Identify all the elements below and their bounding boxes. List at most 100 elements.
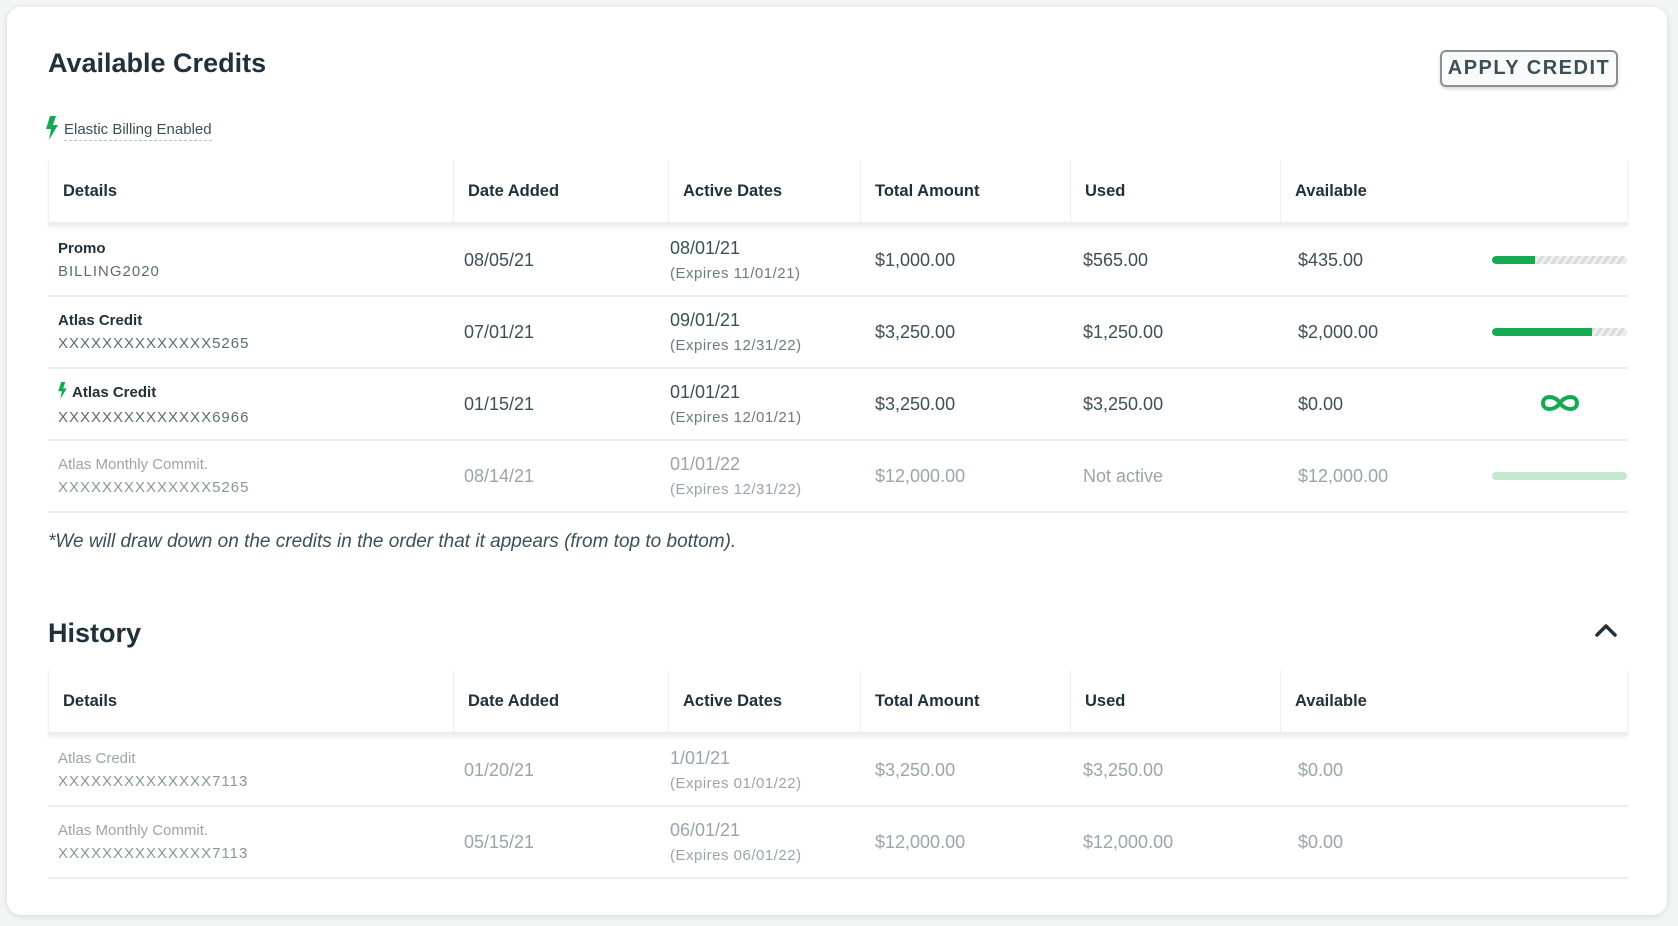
column-header-active-dates: Active Dates <box>668 160 860 222</box>
total-amount: $12,000.00 <box>875 831 966 852</box>
table-row[interactable]: Promo BILLING2020 08/05/21 08/01/21 (Expires… <box>48 225 1628 297</box>
apply-credit-button[interactable]: APPLY CREDIT <box>1440 50 1618 87</box>
date-added: 05/15/21 <box>464 831 535 852</box>
credit-name-text: Atlas Credit <box>72 384 157 401</box>
date-added: 01/20/21 <box>464 759 535 780</box>
credit-name: Promo <box>58 240 448 257</box>
date-added: 08/05/21 <box>464 249 535 270</box>
elastic-billing-link[interactable]: Elastic Billing Enabled <box>64 121 212 141</box>
table-row[interactable]: Atlas Credit XXXXXXXXXXXXXX7113 01/20/21 1/… <box>48 735 1628 807</box>
available-cell: $0.00 <box>1298 369 1478 439</box>
usage-progress-fill <box>1492 256 1536 264</box>
credit-name-text: Atlas Monthly Commit. <box>58 456 209 473</box>
expiry-date: (Expires 06/01/22) <box>670 847 802 864</box>
history-table-body: Atlas Credit XXXXXXXXXXXXXX7113 01/20/21 1/… <box>48 735 1628 879</box>
lightning-bolt-icon <box>46 116 58 145</box>
usage-progress-bar <box>1492 256 1627 264</box>
available-cell: $12,000.00 <box>1298 441 1478 511</box>
total-amount: $3,250.00 <box>875 759 956 780</box>
used-amount: $1,250.00 <box>1083 321 1164 342</box>
used-amount: $12,000.00 <box>1083 831 1174 852</box>
column-header-date-added: Date Added <box>453 160 668 222</box>
details-cell: Atlas Monthly Commit. XXXXXXXXXXXXXX5265 <box>58 441 448 511</box>
credit-code: BILLING2020 <box>58 263 160 280</box>
chevron-up-icon[interactable] <box>1594 622 1618 643</box>
available-amount: $435.00 <box>1298 249 1364 270</box>
used-amount: $565.00 <box>1083 249 1149 270</box>
table-row[interactable]: Atlas Monthly Commit. XXXXXXXXXXXXXX7113 0… <box>48 807 1628 879</box>
column-header-available: Available <box>1280 670 1629 732</box>
available-cell: $435.00 <box>1298 225 1478 295</box>
active-start-date: 08/01/21 <box>670 238 741 258</box>
total-amount-cell: $3,250.00 <box>875 297 1075 367</box>
used-cell: Not active <box>1083 441 1283 511</box>
date-added: 01/15/21 <box>464 393 535 414</box>
credits-table-body: Promo BILLING2020 08/05/21 08/01/21 (Expires… <box>48 225 1628 513</box>
total-amount-cell: $3,250.00 <box>875 735 1075 805</box>
expiry-date: (Expires 12/01/21) <box>670 409 802 426</box>
credit-name-text: Atlas Credit <box>58 312 143 329</box>
active-dates-cell: 09/01/21 (Expires 12/31/22) <box>670 297 860 367</box>
credit-name: Atlas Credit <box>58 750 448 767</box>
credit-code: XXXXXXXXXXXXXX5265 <box>58 479 250 496</box>
table-row[interactable]: Atlas Credit XXXXXXXXXXXXXX6966 01/15/21 01… <box>48 369 1628 441</box>
active-dates-cell: 01/01/22 (Expires 12/31/22) <box>670 441 860 511</box>
history-title: History <box>48 618 142 648</box>
used-amount: $3,250.00 <box>1083 759 1164 780</box>
total-amount: $1,000.00 <box>875 249 956 270</box>
available-amount: $0.00 <box>1298 759 1344 780</box>
total-amount: $3,250.00 <box>875 321 956 342</box>
details-cell: Atlas Credit XXXXXXXXXXXXXX7113 <box>58 735 448 805</box>
used-amount: $3,250.00 <box>1083 393 1164 414</box>
available-amount: $12,000.00 <box>1298 465 1389 486</box>
available-amount: $0.00 <box>1298 393 1344 414</box>
lightning-bolt-icon <box>58 382 72 403</box>
credit-name: Atlas Monthly Commit. <box>58 822 448 839</box>
expiry-date: (Expires 11/01/21) <box>670 265 801 282</box>
draw-down-note: *We will draw down on the credits in the… <box>48 531 737 552</box>
infinity-icon <box>1538 392 1582 419</box>
date-added-cell: 08/14/21 <box>464 441 664 511</box>
available-cell: $0.00 <box>1298 735 1478 805</box>
available-amount: $0.00 <box>1298 831 1344 852</box>
active-start-date: 1/01/21 <box>670 748 731 768</box>
date-added-cell: 01/20/21 <box>464 735 664 805</box>
details-cell: Promo BILLING2020 <box>58 225 448 295</box>
credit-code: XXXXXXXXXXXXXX7113 <box>58 845 249 862</box>
date-added-cell: 01/15/21 <box>464 369 664 439</box>
column-header-used: Used <box>1070 160 1280 222</box>
column-header-details: Details <box>63 692 118 710</box>
total-amount-cell: $12,000.00 <box>875 441 1075 511</box>
active-start-date: 01/01/21 <box>670 382 741 402</box>
details-cell: Atlas Credit XXXXXXXXXXXXXX6966 <box>58 369 448 439</box>
credit-code: XXXXXXXXXXXXXX7113 <box>58 773 249 790</box>
used-amount: Not active <box>1083 465 1164 486</box>
column-header-active-dates: Active Dates <box>668 670 860 732</box>
expiry-date: (Expires 01/01/22) <box>670 775 802 792</box>
date-added-cell: 07/01/21 <box>464 297 664 367</box>
table-row[interactable]: Atlas Credit XXXXXXXXXXXXXX5265 07/01/21 09… <box>48 297 1628 369</box>
active-dates-cell: 01/01/21 (Expires 12/01/21) <box>670 369 860 439</box>
total-amount: $12,000.00 <box>875 465 966 486</box>
date-added: 07/01/21 <box>464 321 535 342</box>
details-cell: Atlas Credit XXXXXXXXXXXXXX5265 <box>58 297 448 367</box>
active-dates-cell: 1/01/21 (Expires 01/01/22) <box>670 735 860 805</box>
column-header-details: Details <box>63 182 118 200</box>
usage-progress-bar <box>1492 328 1627 336</box>
active-dates-cell: 06/01/21 (Expires 06/01/22) <box>670 807 860 877</box>
available-amount: $2,000.00 <box>1298 321 1379 342</box>
pending-progress-bar <box>1492 472 1627 480</box>
credit-name-text: Promo <box>58 240 106 257</box>
expiry-date: (Expires 12/31/22) <box>670 481 802 498</box>
column-header-total-amount: Total Amount <box>860 670 1070 732</box>
column-header-available: Available <box>1280 160 1629 222</box>
credit-name: Atlas Monthly Commit. <box>58 456 448 473</box>
table-row[interactable]: Atlas Monthly Commit. XXXXXXXXXXXXXX5265 0… <box>48 441 1628 513</box>
available-cell: $0.00 <box>1298 807 1478 877</box>
active-start-date: 06/01/21 <box>670 820 741 840</box>
details-cell: Atlas Monthly Commit. XXXXXXXXXXXXXX7113 <box>58 807 448 877</box>
credit-name: Atlas Credit <box>58 382 448 403</box>
credit-code: XXXXXXXXXXXXXX6966 <box>58 409 250 426</box>
available-cell: $2,000.00 <box>1298 297 1478 367</box>
date-added: 08/14/21 <box>464 465 535 486</box>
